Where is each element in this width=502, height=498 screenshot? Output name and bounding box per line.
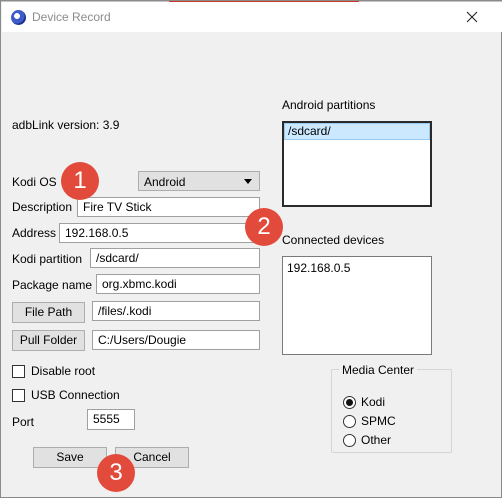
pull-folder-input[interactable]: C:/Users/Dougie	[92, 330, 260, 350]
app-icon	[11, 10, 26, 25]
annotation-badge-2: 2	[245, 208, 283, 246]
annotation-badge-1: 1	[61, 162, 99, 200]
disable-root-label: Disable root	[31, 364, 96, 378]
close-icon[interactable]	[460, 6, 484, 28]
package-name-label: Package name	[12, 278, 93, 292]
file-path-input[interactable]: /files/.kodi	[92, 301, 260, 321]
chevron-down-icon	[244, 179, 252, 184]
radio-spmc[interactable]	[343, 415, 356, 428]
description-input[interactable]: Fire TV Stick	[77, 197, 260, 217]
radio-other-label: Other	[361, 433, 392, 447]
address-label: Address	[12, 226, 57, 240]
port-input[interactable]: 5555	[87, 409, 135, 430]
android-partitions-label: Android partitions	[282, 98, 376, 112]
description-label: Description	[12, 200, 73, 214]
radio-kodi[interactable]	[343, 396, 356, 409]
usb-connection-checkbox[interactable]	[12, 389, 25, 402]
kodi-os-label: Kodi OS	[12, 175, 57, 189]
package-name-input[interactable]: org.xbmc.kodi	[96, 274, 260, 294]
connected-devices-list[interactable]: 192.168.0.5	[282, 256, 432, 355]
annotation-badge-3: 3	[97, 454, 135, 492]
kodi-os-value: Android	[144, 175, 186, 189]
radio-spmc-label: SPMC	[361, 414, 396, 428]
file-path-button[interactable]: File Path	[12, 302, 85, 323]
radio-other[interactable]	[343, 434, 356, 447]
usb-connection-label: USB Connection	[31, 388, 120, 402]
media-center-label: Media Center	[339, 363, 418, 377]
disable-root-checkbox[interactable]	[12, 365, 25, 378]
list-item[interactable]: 192.168.0.5	[287, 261, 350, 275]
connected-devices-label: Connected devices	[282, 233, 385, 247]
android-partitions-list[interactable]: /sdcard/	[282, 121, 432, 207]
list-item[interactable]: /sdcard/	[288, 124, 331, 138]
title-bar[interactable]: Device Record	[2, 2, 502, 32]
version-label: adbLink version: 3.9	[12, 118, 120, 132]
window-title: Device Record	[32, 10, 111, 24]
kodi-os-select[interactable]: Android	[138, 171, 260, 191]
radio-kodi-label: Kodi	[361, 395, 386, 409]
save-button[interactable]: Save	[33, 447, 107, 468]
pull-folder-button[interactable]: Pull Folder	[12, 330, 85, 351]
kodi-partition-label: Kodi partition	[12, 252, 83, 266]
port-label: Port	[12, 415, 35, 429]
kodi-partition-input[interactable]: /sdcard/	[90, 248, 260, 268]
device-record-window: Device Record adbLink version: 3.9 Andro…	[0, 0, 502, 498]
address-input[interactable]: 192.168.0.5	[59, 223, 260, 243]
